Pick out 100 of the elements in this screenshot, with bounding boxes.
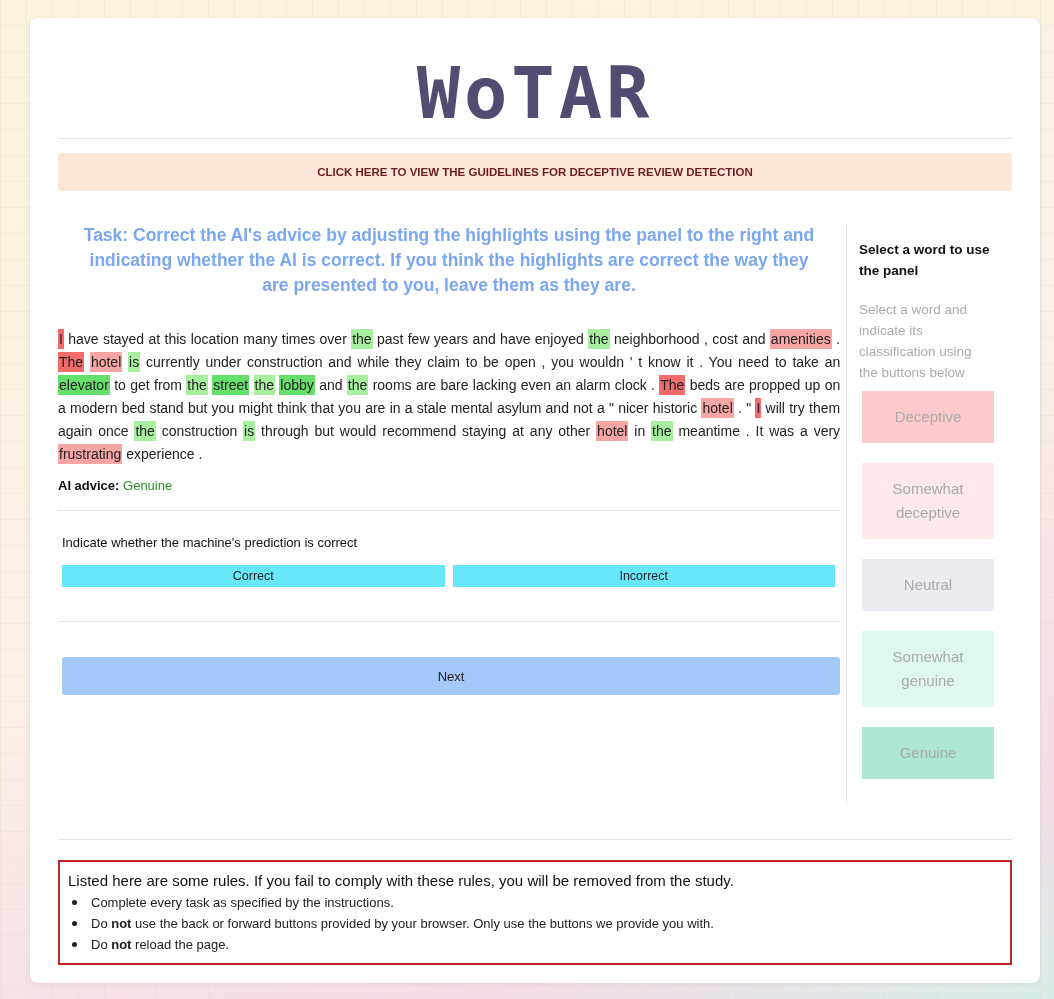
review-word: a — [58, 400, 66, 416]
review-word: alarm — [575, 377, 611, 393]
prediction-button[interactable]: Incorrect — [452, 565, 835, 587]
highlighted-word[interactable]: the — [346, 375, 369, 395]
review-word: and — [742, 331, 766, 347]
highlighted-word[interactable]: street — [212, 375, 250, 395]
review-word: " — [608, 400, 614, 416]
review-word: open — [504, 354, 536, 370]
highlighted-word[interactable]: the — [253, 375, 275, 395]
next-button[interactable]: Next — [62, 657, 840, 695]
review-word: wouldn — [579, 354, 624, 370]
review-word: years — [433, 331, 469, 347]
review-word: and — [319, 377, 343, 393]
highlighted-word[interactable]: hotel — [89, 352, 123, 372]
highlighted-word[interactable]: The — [58, 352, 85, 372]
review-word: are — [724, 377, 745, 393]
review-word: times — [281, 331, 316, 347]
review-word: modern — [70, 400, 118, 416]
review-word: asylum — [496, 400, 542, 416]
highlighted-word[interactable]: the — [186, 375, 208, 395]
review-word: You — [708, 354, 733, 370]
review-word: it — [686, 354, 694, 370]
prediction-button[interactable]: Correct — [62, 565, 445, 587]
task-instruction: Task: Correct the AI's advice by adjusting the highlights using the panel to the right and indicating whether the AI is correct. If you think the highlights are correct the way they are presented to you, leave them as they are. — [82, 224, 816, 297]
review-word: that — [310, 400, 335, 416]
review-word: not — [573, 400, 593, 416]
review-word: other — [558, 423, 591, 439]
review-word: . — [745, 423, 750, 439]
highlighted-word[interactable]: the — [651, 421, 673, 441]
review-word: they — [395, 354, 422, 370]
review-word: a — [596, 400, 605, 416]
rules-heading: Listed here are some rules. If you fail to comply with these rules, you will be removed from the study. — [68, 871, 735, 891]
review-word: need — [738, 354, 770, 370]
review-word: bed — [121, 400, 146, 416]
review-word: construction — [247, 354, 323, 370]
review-word: construction — [161, 423, 238, 439]
advice-label: AI advice: — [58, 478, 120, 493]
review-word: t — [638, 354, 643, 370]
review-word: staying — [462, 423, 507, 439]
highlighted-word[interactable]: hotel — [596, 421, 629, 441]
bullet-icon — [72, 942, 77, 947]
highlighted-word[interactable]: is — [128, 352, 141, 372]
review-word: at — [512, 423, 524, 439]
review-word: , — [541, 354, 546, 370]
highlighted-word[interactable]: hotel — [701, 398, 734, 418]
review-word: and — [545, 400, 569, 416]
review-word: on — [824, 377, 841, 393]
review-word: would — [339, 423, 377, 439]
review-word: are — [365, 400, 386, 416]
highlighted-word[interactable]: I — [58, 329, 64, 349]
review-word: have — [68, 331, 99, 347]
review-word: . — [651, 377, 655, 393]
review-word: few — [407, 331, 430, 347]
review-word: but — [314, 423, 334, 439]
review-word: once — [98, 423, 129, 439]
review-word: many — [243, 331, 278, 347]
review-word: will — [765, 400, 785, 416]
review-word: take — [792, 354, 819, 370]
highlighted-word[interactable]: The — [659, 375, 686, 395]
guidelines-link[interactable]: CLICK HERE TO VIEW THE GUIDELINES FOR DECEPTIVE REVIEW DETECTION — [58, 153, 1012, 191]
review-word: an — [824, 354, 841, 370]
review-word: in — [634, 423, 646, 439]
highlighted-word[interactable]: amenities — [769, 329, 832, 349]
bullet-icon — [72, 900, 77, 905]
review-word: , — [703, 331, 708, 347]
highlighted-word[interactable]: the — [351, 329, 373, 349]
review-word: might — [238, 400, 273, 416]
review-word: through — [261, 423, 309, 439]
review-word: a — [800, 423, 808, 439]
review-word: get — [130, 377, 150, 393]
review-word: It — [755, 423, 764, 439]
highlighted-word[interactable]: the — [134, 421, 156, 441]
review-word: even — [520, 377, 552, 393]
review-word: over — [319, 331, 347, 347]
highlighted-word[interactable]: lobby — [279, 375, 315, 395]
review-word: location — [190, 331, 239, 347]
review-word: beds — [689, 377, 721, 393]
review-word: to — [774, 354, 787, 370]
highlighted-word[interactable]: is — [243, 421, 256, 441]
review-word: neighborhood — [613, 331, 700, 347]
review-word: are — [415, 377, 437, 393]
review-word: recommend — [382, 423, 457, 439]
panel-heading: Select a word to use the panel — [859, 241, 991, 280]
highlighted-word[interactable]: frustrating — [58, 444, 123, 464]
review-word: . — [699, 354, 704, 370]
review-word: stand — [149, 400, 184, 416]
review-word: mental — [450, 400, 493, 416]
review-word: enjoyed — [534, 331, 584, 347]
highlighted-word[interactable]: elevator — [58, 375, 110, 395]
highlighted-word[interactable]: the — [588, 329, 610, 349]
review-word: was — [769, 423, 795, 439]
review-word: . — [198, 446, 203, 462]
highlighted-word[interactable]: I — [755, 398, 762, 418]
review-word: stayed — [102, 331, 145, 347]
review-word: very — [813, 423, 841, 439]
review-word: be — [483, 354, 499, 370]
rule-text: Complete every task as specified by the instructions. — [91, 894, 394, 912]
review-word: try — [789, 400, 805, 416]
review-word: in — [389, 400, 401, 416]
review-word: . — [836, 331, 840, 347]
